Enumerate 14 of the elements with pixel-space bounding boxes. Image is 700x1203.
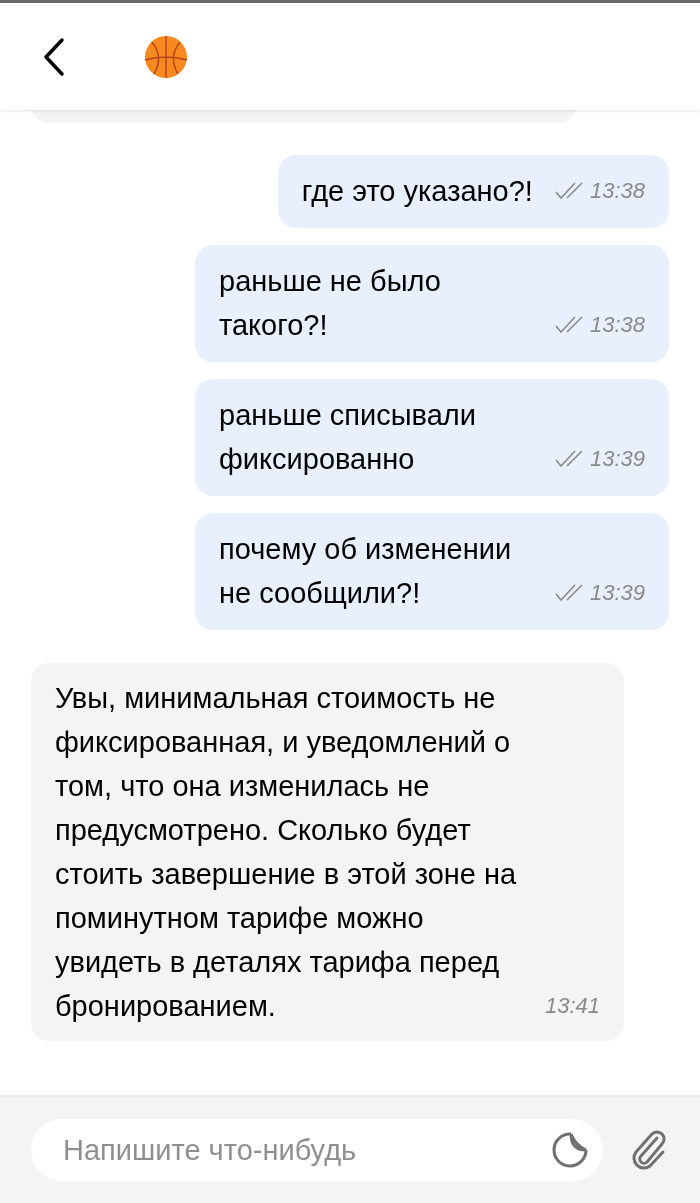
message-text: раньше не было такого?!	[219, 264, 442, 343]
message-text: Увы, минимальная стоимость не фиксированная, и уведомлений о том, что она изменилась не предусмотрено. Сколько будет стоить завершение в этой зоне на поминутном тарифе можно увидеть в деталях тарифа перед бронированием.	[55, 681, 518, 1024]
message-time: 13:39	[589, 579, 645, 607]
sticker-icon	[551, 1131, 589, 1169]
message-time: 13:38	[589, 177, 645, 205]
sticker-button[interactable]	[551, 1131, 589, 1169]
message-field[interactable]: Напишите что-нибудь	[31, 1119, 603, 1181]
basketball-icon	[144, 34, 188, 79]
message-time: 13:41	[544, 992, 600, 1020]
message-time: 13:39	[589, 445, 645, 473]
message-text: где это указано?!	[301, 174, 533, 209]
message-text: раньше списывали фиксированно	[219, 398, 477, 477]
message-text: почему об изменении не сообщили?!	[219, 532, 513, 611]
message-time: 13:38	[589, 311, 645, 339]
